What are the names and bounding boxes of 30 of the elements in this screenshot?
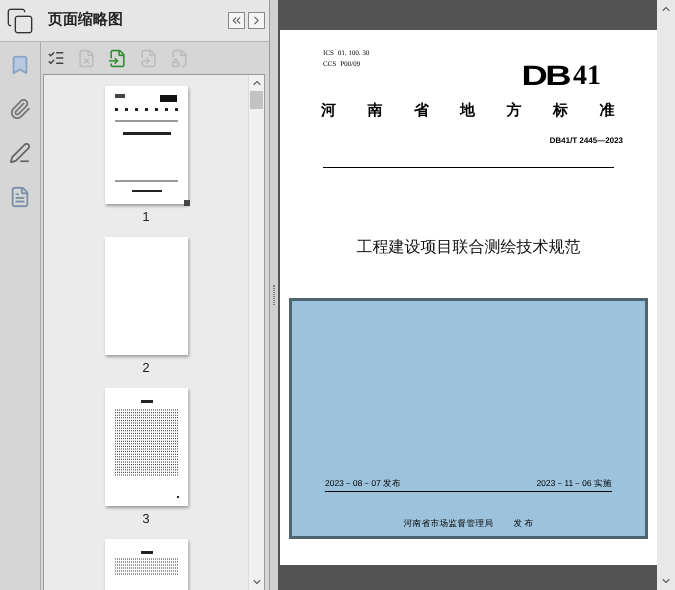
view-handle[interactable] — [184, 200, 190, 206]
document-title: 工程建设项目联合测绘技术规范 — [356, 238, 580, 258]
standard-number: DB41/T 2445—2023 — [550, 134, 623, 146]
document-icon[interactable] — [9, 186, 31, 208]
standard-logo: DB — [521, 62, 568, 90]
next-button[interactable] — [248, 12, 265, 29]
page-thumbnail[interactable] — [104, 237, 188, 355]
page-number: 2 — [142, 361, 150, 374]
page-content-drawing — [114, 551, 178, 574]
standard-logo-number: 41 — [573, 62, 601, 90]
collapse-button[interactable] — [228, 12, 245, 29]
scroll-thumb[interactable] — [250, 91, 263, 109]
page-number: 3 — [142, 512, 150, 525]
scrollbar[interactable] — [248, 75, 264, 590]
options-icon[interactable] — [47, 49, 65, 67]
panel-title: 页面缩略图 — [48, 10, 123, 30]
standard-category: 河南省地方标准 — [321, 101, 616, 121]
publish-date: 2023－08－07 发布 — [325, 476, 402, 490]
page-number: 1 — [142, 210, 150, 223]
issue-label: 发 布 — [513, 517, 534, 530]
effective-date: 2023－11－06 实施 — [536, 476, 612, 490]
insert-page-icon[interactable] — [108, 48, 127, 68]
pages-icon[interactable] — [6, 6, 34, 34]
paperclip-icon[interactable] — [9, 98, 31, 120]
page-thumbnail[interactable] — [104, 86, 188, 204]
scrollbar[interactable] — [657, 0, 675, 590]
pen-icon[interactable] — [9, 142, 31, 164]
page-thumbnail[interactable] — [104, 388, 188, 506]
issuer: 河南省市场监督管理局 — [403, 517, 494, 530]
double-chevron-left-icon — [230, 14, 243, 27]
